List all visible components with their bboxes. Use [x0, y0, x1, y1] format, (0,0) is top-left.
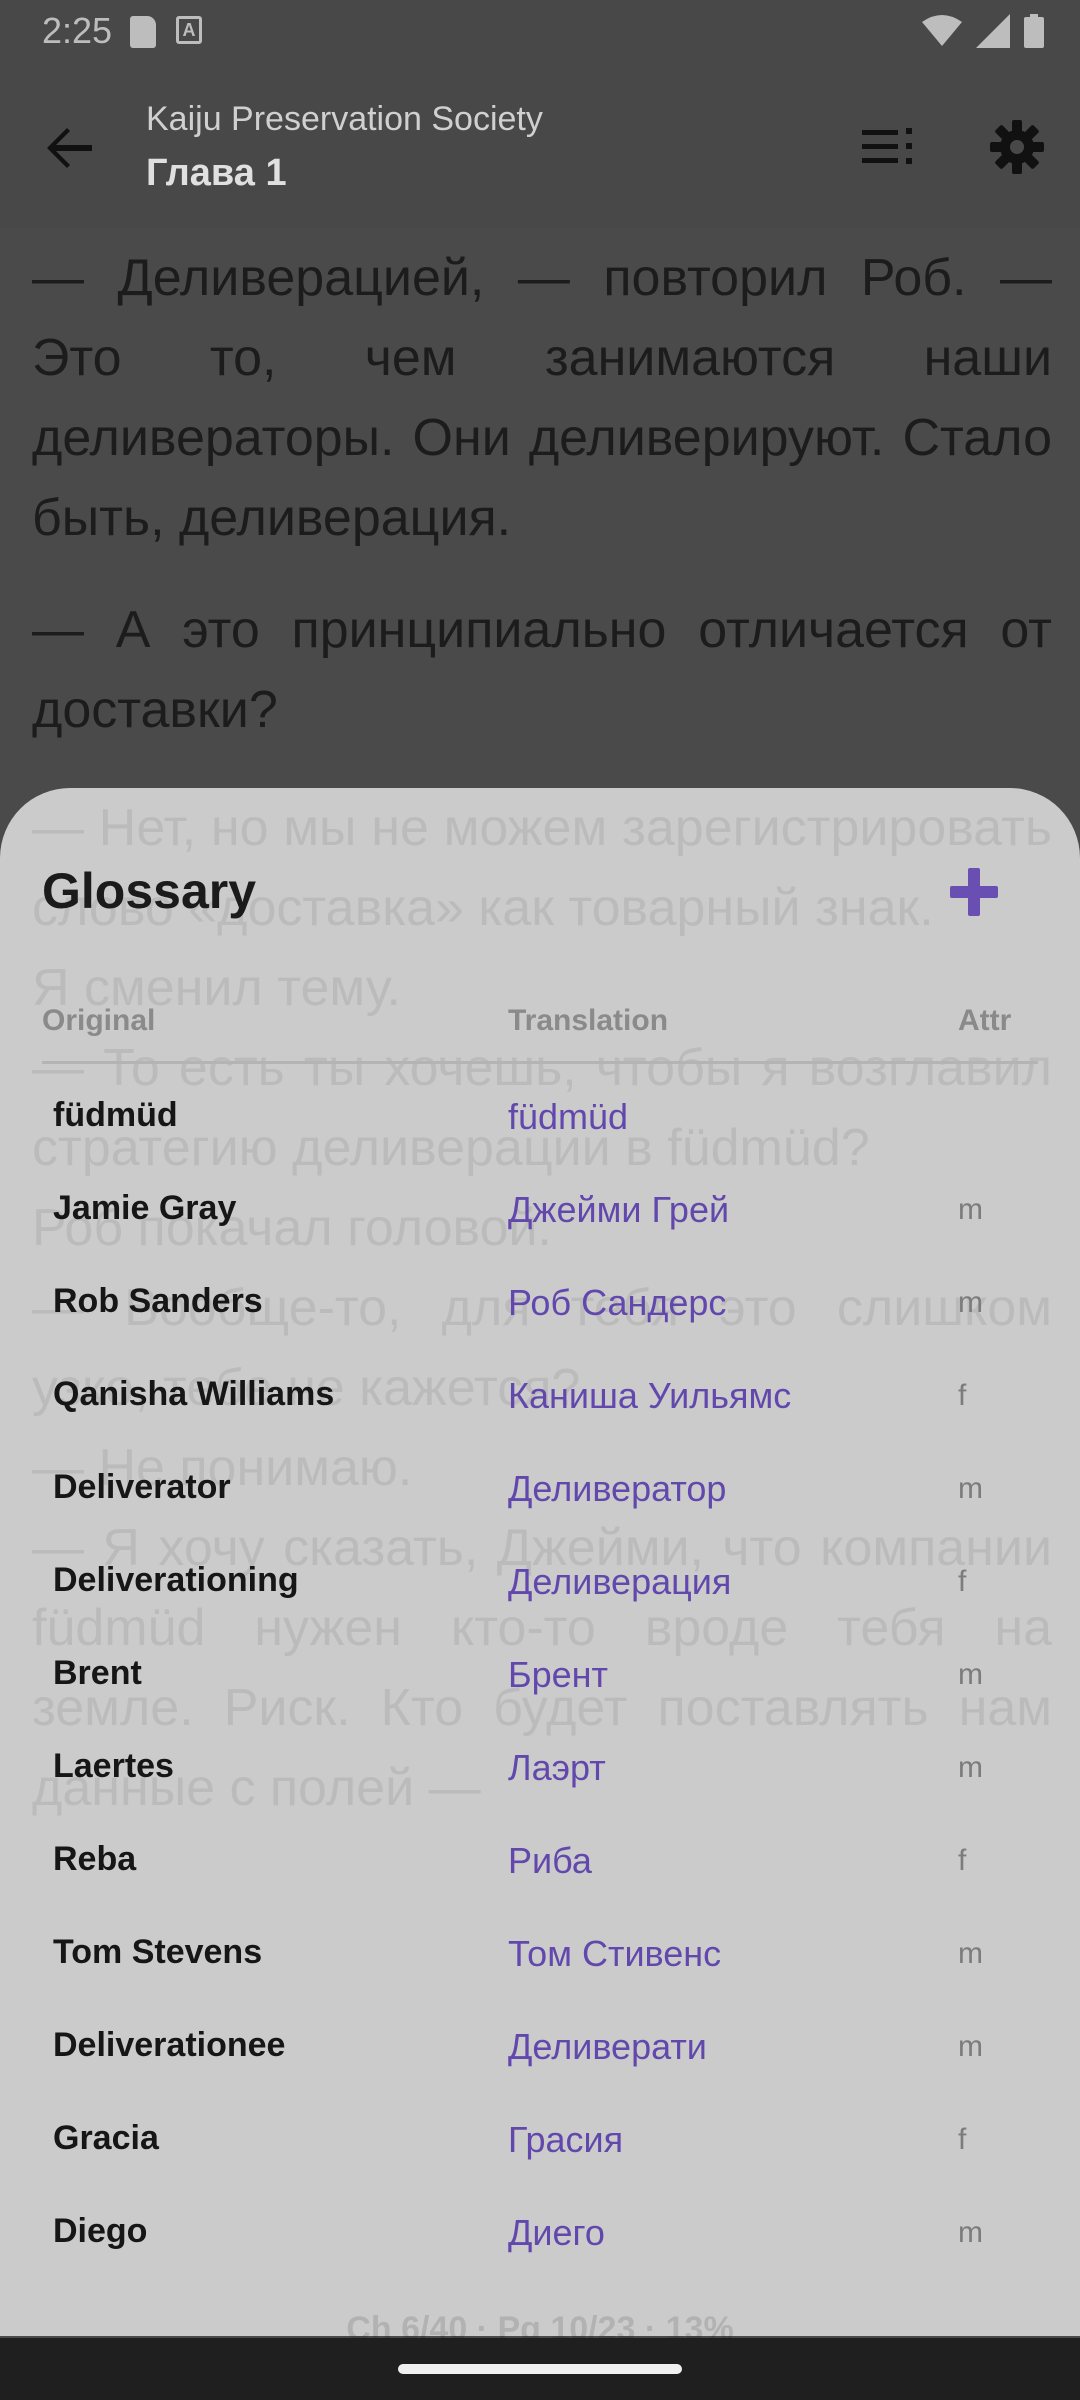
glossary-row[interactable]: Reba Риба f: [0, 1812, 1080, 1905]
glossary-row[interactable]: Deliverationee Деливерати m: [0, 1998, 1080, 2091]
original-term: Rob Sanders: [53, 1282, 263, 1320]
original-term: Reba: [53, 1840, 137, 1878]
chapter-title: Глава 1: [146, 152, 287, 194]
original-term: Jamie Gray: [53, 1189, 237, 1227]
original-term: Deliverationing: [53, 1561, 299, 1599]
glossary-row[interactable]: Tom Stevens Том Стивенс m: [0, 1905, 1080, 1998]
signal-icon: [976, 14, 1010, 48]
original-term: füdmüd: [53, 1096, 178, 1134]
gender-attr: f: [958, 1379, 967, 1412]
glossary-row[interactable]: Laertes Лаэрт m: [0, 1719, 1080, 1812]
plus-icon[interactable]: [948, 866, 1000, 918]
gender-attr: m: [958, 1751, 983, 1784]
glossary-row[interactable]: Jamie Gray Джейми Грей m: [0, 1161, 1080, 1254]
status-bar: 2:25 A: [0, 0, 1080, 64]
app-bar: Kaiju Preservation Society Глава 1: [0, 64, 1080, 228]
gender-attr: f: [958, 1844, 967, 1877]
original-term: Brent: [53, 1654, 142, 1692]
glossary-list: füdmüd füdmüd Jamie Gray Джейми Грей m Rob …: [0, 1068, 1080, 2277]
a-icon: A: [176, 16, 202, 44]
paragraph: — А это принципиально отличается от дост…: [32, 601, 1052, 739]
translation-term: Деливерация: [508, 1561, 732, 1602]
column-header-translation: Translation: [508, 1004, 669, 1037]
column-header-original: Original: [42, 1004, 156, 1037]
original-term: Deliverationee: [53, 2026, 286, 2064]
original-term: Tom Stevens: [53, 1933, 263, 1971]
battery-icon: [1024, 14, 1044, 48]
gender-attr: m: [958, 2216, 983, 2249]
header-divider: [42, 1061, 1038, 1064]
translation-term: Джейми Грей: [508, 1189, 730, 1230]
wifi-icon: [922, 15, 962, 46]
translation-term: Грасия: [508, 2119, 624, 2160]
glossary-row[interactable]: Diego Диего m: [0, 2184, 1080, 2277]
original-term: Laertes: [53, 1747, 174, 1785]
translation-term: füdmüd: [508, 1096, 629, 1137]
system-icons: [922, 14, 1044, 48]
glossary-row[interactable]: Brent Брент m: [0, 1626, 1080, 1719]
glossary-sheet: — Нет, но мы не можем зарегистрировать с…: [0, 788, 1080, 2336]
gender-attr: f: [958, 1565, 967, 1598]
gender-attr: m: [958, 2030, 983, 2063]
original-term: Qanisha Williams: [53, 1375, 335, 1413]
back-arrow-icon[interactable]: [44, 122, 96, 174]
glossary-row[interactable]: Qanisha Williams Каниша Уильямс f: [0, 1347, 1080, 1440]
translation-term: Том Стивенс: [508, 1933, 722, 1974]
reader-text: — Деливерацией, — повторил Роб. — Это то…: [32, 238, 1052, 782]
translation-term: Каниша Уильямс: [508, 1375, 792, 1416]
translation-term: Брент: [508, 1654, 609, 1695]
gender-attr: m: [958, 1472, 983, 1505]
toc-list-icon[interactable]: [862, 126, 916, 168]
translation-term: Лаэрт: [508, 1747, 606, 1788]
glossary-row[interactable]: Deliverationing Деливерация f: [0, 1533, 1080, 1626]
original-term: Gracia: [53, 2119, 159, 2157]
gender-attr: m: [958, 1937, 983, 1970]
book-title: Kaiju Preservation Society: [146, 100, 543, 138]
status-time: 2:25: [42, 10, 113, 51]
gender-attr: f: [958, 2123, 967, 2156]
gender-attr: m: [958, 1658, 983, 1691]
translation-term: Риба: [508, 1840, 592, 1881]
translation-term: Роб Сандерс: [508, 1282, 727, 1323]
glossary-row[interactable]: Gracia Грасия f: [0, 2091, 1080, 2184]
translation-term: Деливерати: [508, 2026, 707, 2067]
original-term: Deliverator: [53, 1468, 231, 1506]
glossary-row[interactable]: Rob Sanders Роб Сандерс m: [0, 1254, 1080, 1347]
gender-attr: m: [958, 1286, 983, 1319]
home-indicator[interactable]: [398, 2364, 682, 2374]
notification-icons: A: [130, 16, 202, 48]
glossary-row[interactable]: Deliverator Деливератор m: [0, 1440, 1080, 1533]
gender-attr: m: [958, 1193, 983, 1226]
original-term: Diego: [53, 2212, 148, 2250]
column-header-attr: Attr: [958, 1004, 1012, 1037]
translation-term: Диего: [508, 2212, 605, 2253]
glossary-title: Glossary: [42, 863, 257, 919]
paragraph: — Деливерацией, — повторил Роб. — Это то…: [32, 249, 1052, 547]
translation-term: Деливератор: [508, 1468, 727, 1509]
gear-icon[interactable]: [990, 120, 1044, 174]
sd-card-icon: [130, 16, 156, 48]
glossary-row[interactable]: füdmüd füdmüd: [0, 1068, 1080, 1161]
